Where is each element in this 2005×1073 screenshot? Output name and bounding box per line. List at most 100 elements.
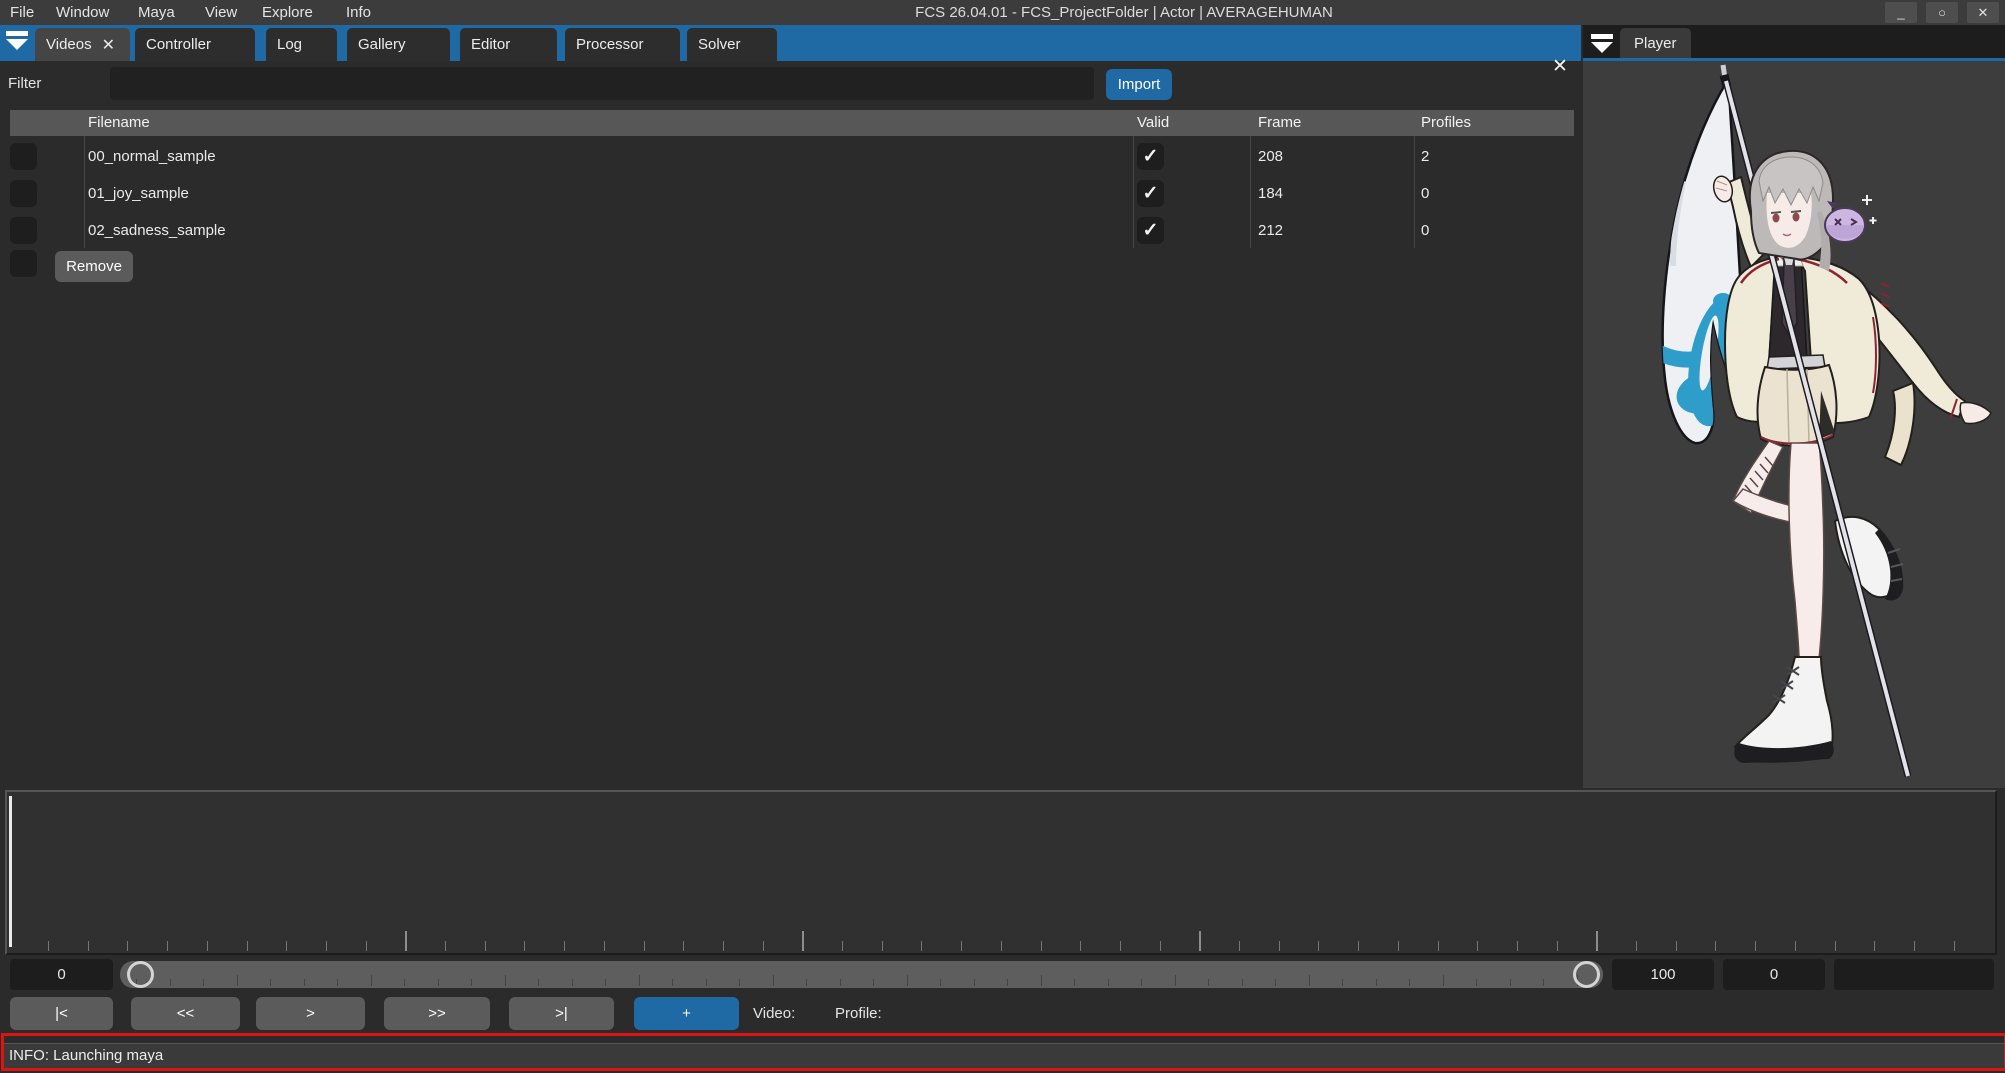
slider-handle-left[interactable]: [127, 961, 154, 988]
tab-solver[interactable]: Solver: [687, 28, 777, 61]
extra-field[interactable]: [1834, 959, 1994, 990]
play-button[interactable]: >: [256, 997, 365, 1030]
table-row[interactable]: 02_sadness_sample ✓ 212 0: [0, 216, 1581, 246]
import-button-label: Import: [1118, 76, 1161, 93]
plus-icon: +: [682, 1005, 691, 1022]
tab-log-label: Log: [277, 36, 302, 53]
ruler-tick: [842, 941, 843, 951]
menu-info[interactable]: Info: [346, 0, 371, 25]
menu-window[interactable]: Window: [56, 0, 109, 25]
ruler-tick: [445, 941, 446, 951]
ruler-tick: [1874, 941, 1875, 951]
current-frame-field[interactable]: 0: [1723, 959, 1825, 990]
slider-tick: [1208, 979, 1209, 986]
ruler-tick: [1120, 941, 1121, 951]
slider-tick: [270, 979, 271, 986]
maximize-button[interactable]: ○: [1926, 2, 1958, 23]
cell-frame: 184: [1258, 179, 1283, 209]
import-button[interactable]: Import: [1106, 69, 1172, 100]
remove-button[interactable]: Remove: [55, 251, 133, 282]
tab-gallery[interactable]: Gallery: [347, 28, 450, 61]
panel-close-icon[interactable]: ✕: [1547, 55, 1573, 78]
slider-tick: [538, 979, 539, 986]
ruler-tick: [1001, 941, 1002, 951]
close-button[interactable]: ✕: [1967, 2, 1999, 23]
tab-processor-label: Processor: [576, 36, 644, 53]
video-label: Video:: [753, 997, 795, 1030]
playhead[interactable]: [9, 796, 12, 947]
player-header: Player: [1583, 25, 2005, 61]
tab-processor[interactable]: Processor: [565, 28, 680, 61]
player-collapse-icon[interactable]: [1591, 34, 1613, 53]
slider-tick: [1543, 979, 1544, 986]
go-to-start-button[interactable]: |<: [10, 997, 113, 1030]
slider-handle-right[interactable]: [1573, 961, 1600, 988]
column-profiles: Profiles: [1421, 110, 1471, 136]
table-header: Filename Valid Frame Profiles: [10, 110, 1574, 136]
slider-tick: [974, 979, 975, 986]
menu-maya[interactable]: Maya: [138, 0, 175, 25]
slider-tick: [1141, 979, 1142, 986]
cell-filename: 01_joy_sample: [88, 179, 189, 209]
range-end-field[interactable]: 100: [1612, 959, 1714, 990]
column-valid: Valid: [1137, 110, 1169, 136]
valid-checkbox[interactable]: ✓: [1137, 180, 1164, 207]
ruler-tick: [763, 941, 764, 951]
check-icon: ✓: [1143, 221, 1159, 240]
step-forward-button[interactable]: >>: [384, 997, 490, 1030]
minimize-icon: _: [1897, 5, 1904, 20]
ruler-tick: [167, 941, 168, 951]
tab-controller[interactable]: Controller: [135, 28, 255, 61]
row-select-checkbox[interactable]: [10, 180, 37, 207]
ruler-tick: [1636, 941, 1637, 951]
row-select-checkbox[interactable]: [10, 143, 37, 170]
tab-editor[interactable]: Editor: [460, 28, 557, 61]
frame-range-slider[interactable]: [120, 961, 1603, 988]
slider-tick: [1041, 975, 1042, 986]
slider-tick: [1476, 979, 1477, 986]
table-row[interactable]: 00_normal_sample ✓ 208 2: [0, 142, 1581, 172]
row-select-checkbox[interactable]: [10, 217, 37, 244]
ruler-tick: [127, 941, 128, 951]
add-button[interactable]: +: [634, 997, 739, 1030]
tab-player[interactable]: Player: [1620, 28, 1691, 58]
slider-tick: [572, 979, 573, 986]
table-row[interactable]: 01_joy_sample ✓ 184 0: [0, 179, 1581, 209]
minimize-button[interactable]: _: [1885, 2, 1917, 23]
menu-view[interactable]: View: [205, 0, 237, 25]
valid-checkbox[interactable]: ✓: [1137, 217, 1164, 244]
range-end-value: 100: [1650, 966, 1675, 983]
range-start-field[interactable]: 0: [10, 959, 113, 990]
column-filename: Filename: [88, 110, 150, 136]
tab-player-label: Player: [1634, 35, 1677, 52]
menu-file[interactable]: File: [10, 0, 34, 25]
ruler-tick: [1914, 941, 1915, 951]
slider-tick: [1409, 979, 1410, 986]
empty-row-checkbox[interactable]: [10, 250, 37, 277]
slider-tick: [672, 979, 673, 986]
slider-tick: [1108, 979, 1109, 986]
collapse-panel-icon[interactable]: [6, 31, 28, 50]
filter-input[interactable]: [110, 67, 1094, 100]
ruler-tick: [882, 941, 883, 951]
ruler-tick: [247, 941, 248, 951]
go-to-end-button[interactable]: >|: [509, 997, 614, 1030]
ruler-tick: [1954, 941, 1955, 951]
videos-tab-close-icon[interactable]: ✕: [102, 35, 115, 55]
step-back-button[interactable]: <<: [131, 997, 240, 1030]
tab-videos[interactable]: Videos ✕: [35, 28, 130, 61]
ruler-tick: [88, 941, 89, 951]
cell-frame: 208: [1258, 142, 1283, 172]
tab-log[interactable]: Log: [266, 28, 337, 61]
menu-explore[interactable]: Explore: [262, 0, 313, 25]
slider-tick: [840, 979, 841, 986]
ruler-tick: [1715, 941, 1716, 951]
play-icon: >: [306, 1005, 315, 1022]
slider-tick: [706, 979, 707, 986]
ruler-tick: [286, 941, 287, 951]
ruler-tick: [723, 941, 724, 951]
timeline-canvas[interactable]: [5, 790, 1997, 955]
cell-filename: 00_normal_sample: [88, 142, 216, 172]
cell-profiles: 0: [1421, 216, 1429, 246]
valid-checkbox[interactable]: ✓: [1137, 143, 1164, 170]
